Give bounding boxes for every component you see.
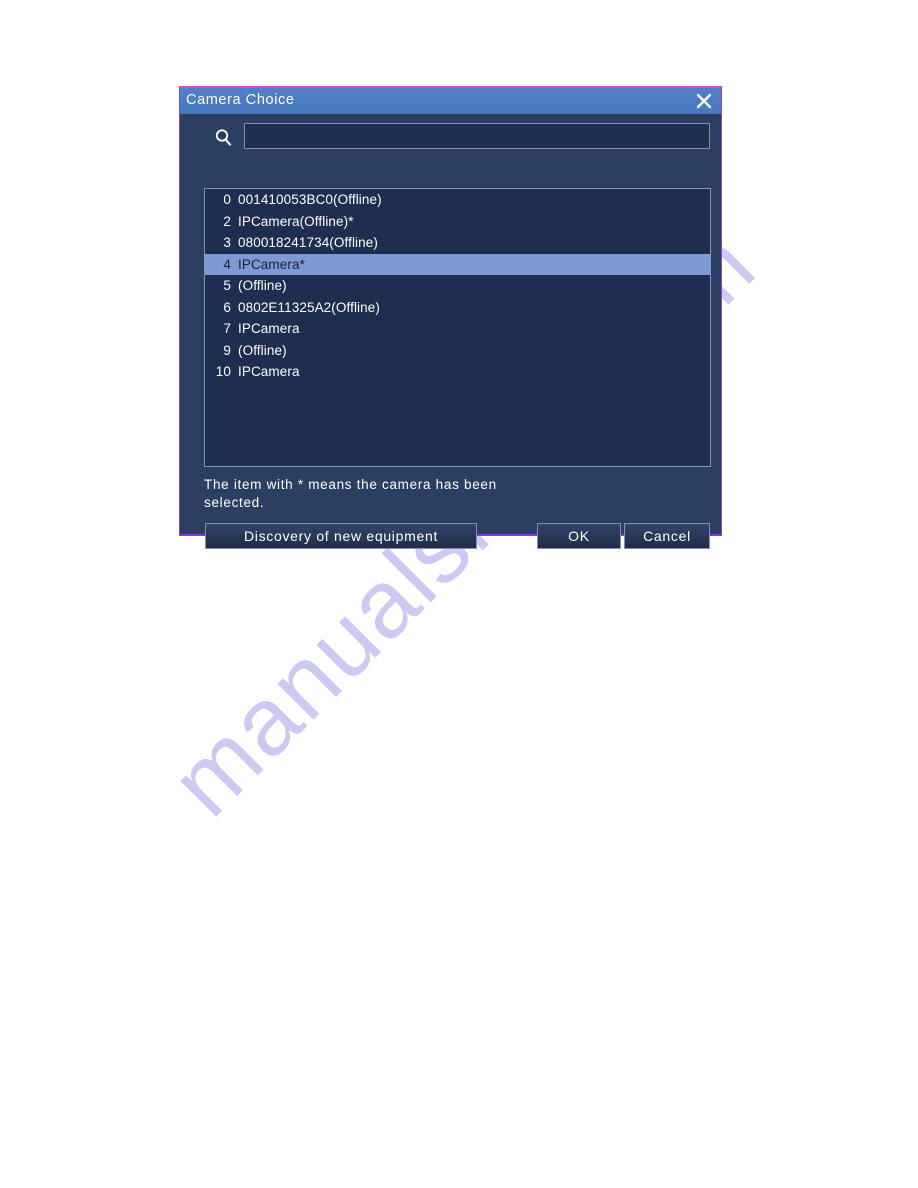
list-item-index: 9 xyxy=(223,342,231,358)
list-item[interactable]: 4 IPCamera* xyxy=(205,253,710,275)
list-item-index: 4 xyxy=(223,256,231,272)
list-item-index: 2 xyxy=(223,213,231,229)
list-item-label: IPCamera* xyxy=(238,256,305,272)
list-item-label: IPCamera xyxy=(238,321,300,336)
list-item-label: 0802E11325A2(Offline) xyxy=(238,299,380,315)
list-item[interactable]: 2 IPCamera(Offline)* xyxy=(205,211,710,233)
list-item-index: 5 xyxy=(223,278,231,293)
ok-button[interactable]: OK xyxy=(537,523,621,549)
list-item-label: (Offline) xyxy=(238,342,287,358)
list-item-label: IPCamera xyxy=(238,364,300,379)
list-item[interactable]: 6 0802E11325A2(Offline) xyxy=(205,297,710,319)
dialog-title: Camera Choice xyxy=(186,92,295,108)
list-item[interactable]: 9 (Offline) xyxy=(205,340,710,362)
close-icon[interactable] xyxy=(694,91,714,111)
search-icon[interactable] xyxy=(213,127,235,149)
list-item[interactable]: 10 IPCamera xyxy=(205,361,710,383)
list-item-label: IPCamera(Offline)* xyxy=(238,213,354,229)
cancel-button[interactable]: Cancel xyxy=(624,523,710,549)
list-item[interactable]: 3 080018241734(Offline) xyxy=(205,232,710,254)
list-item[interactable]: 7 IPCamera xyxy=(205,318,710,340)
list-item[interactable]: 5 (Offline) xyxy=(205,275,710,297)
list-item-index: 10 xyxy=(215,364,231,379)
list-item-index: 6 xyxy=(223,299,231,315)
search-input[interactable] xyxy=(244,123,710,149)
dialog-body: 0 001410053BC0(Offline) 2 IPCamera(Offline)… xyxy=(180,114,723,549)
list-item[interactable]: 0 001410053BC0(Offline) xyxy=(205,189,710,211)
hint-text: The item with * means the camera has bee… xyxy=(204,477,497,510)
search-row xyxy=(180,123,723,157)
list-item-index: 3 xyxy=(223,235,231,250)
discovery-of-new-equipment-button[interactable]: Discovery of new equipment xyxy=(205,523,477,549)
dialog-title-bar: Camera Choice xyxy=(180,88,721,114)
list-item-index: 0 xyxy=(223,192,231,207)
list-item-label: 080018241734(Offline) xyxy=(238,235,378,250)
camera-choice-dialog: Camera Choice 0 001410053BC0(Offline) 2 IPC… xyxy=(179,86,723,549)
list-item-index: 7 xyxy=(223,321,231,336)
list-item-label: 001410053BC0(Offline) xyxy=(238,192,382,207)
list-item-label: (Offline) xyxy=(238,278,287,293)
camera-list[interactable]: 0 001410053BC0(Offline) 2 IPCamera(Offline)… xyxy=(204,188,711,467)
